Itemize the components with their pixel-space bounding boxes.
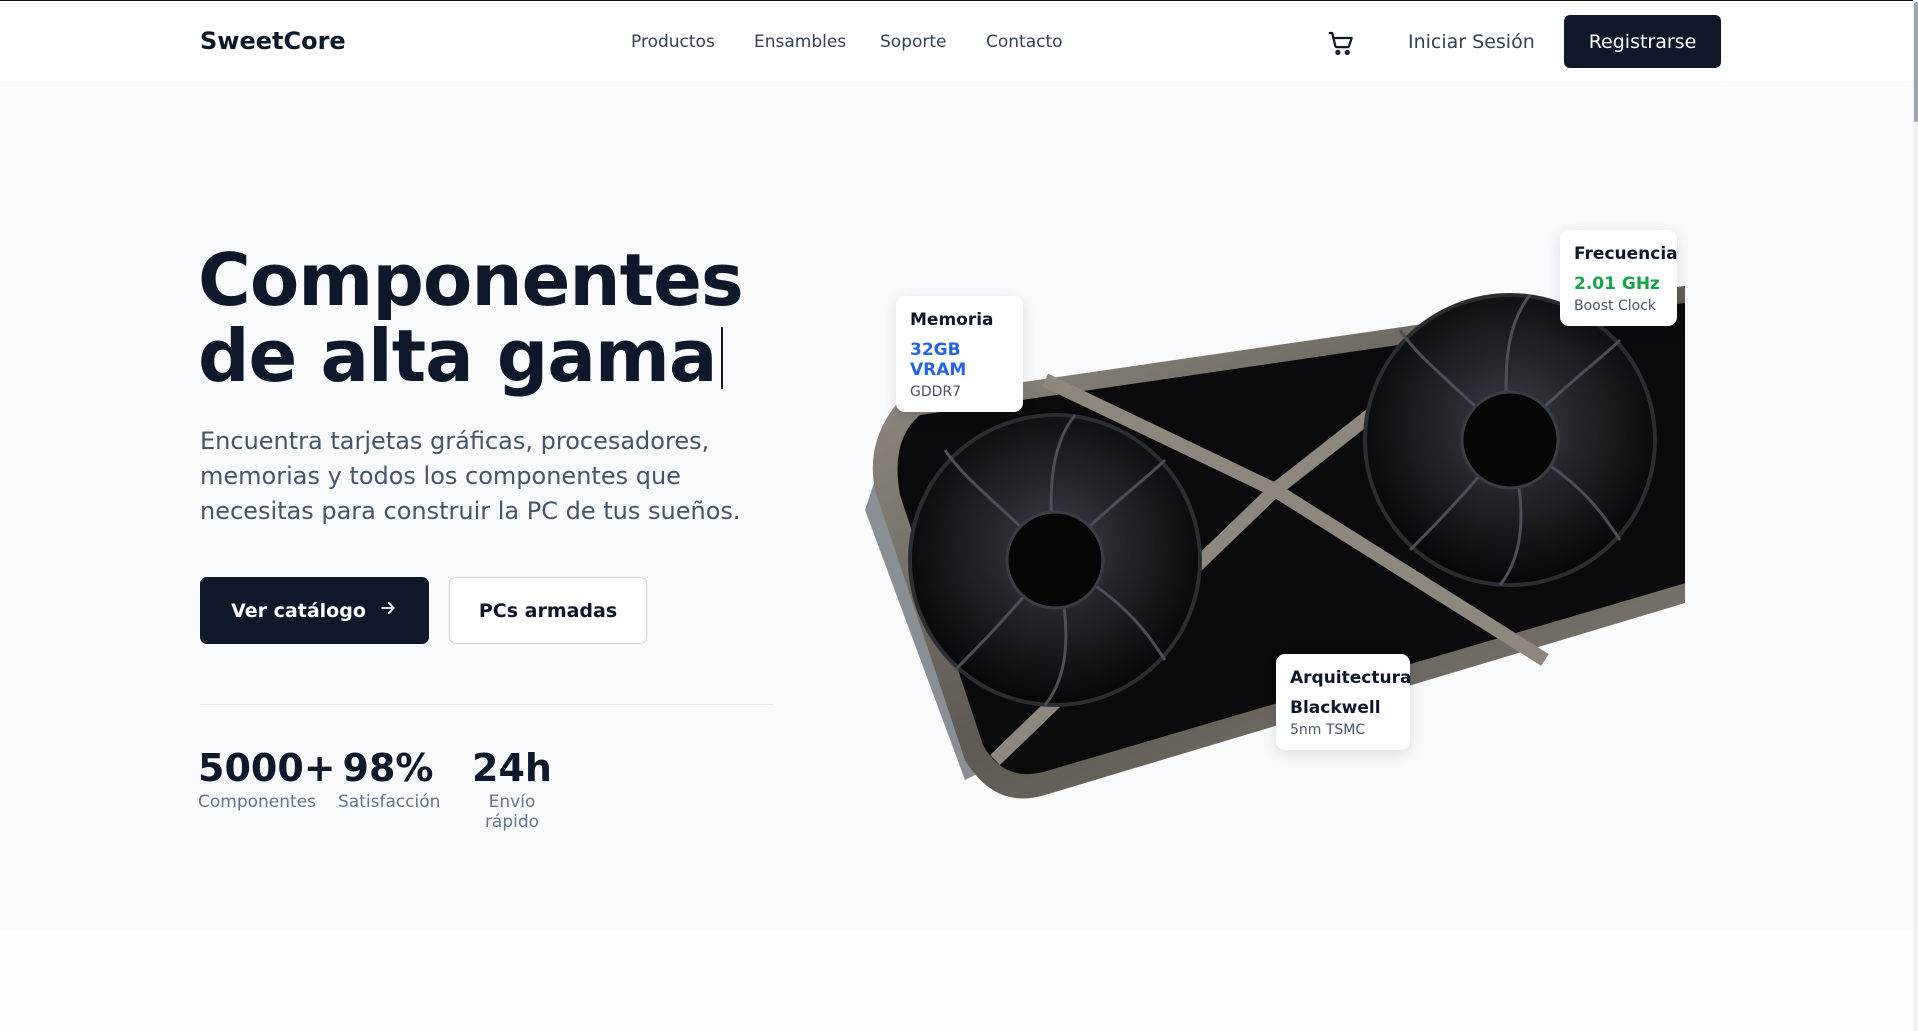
arrow-right-icon xyxy=(378,598,398,623)
text-caret xyxy=(720,327,723,389)
signup-button[interactable]: Registrarse xyxy=(1564,15,1721,68)
hero-subtitle: Encuentra tarjetas gráficas, procesadore… xyxy=(200,427,741,525)
spec-sub: GDDR7 xyxy=(910,384,962,400)
spec-title: Memoria xyxy=(910,310,994,330)
spec-sub: Boost Clock xyxy=(1574,298,1657,314)
nav-link-ensambles[interactable]: Ensambles xyxy=(754,32,846,52)
view-catalog-button[interactable]: Ver catálogo xyxy=(200,577,429,644)
stat-value: 5000+ xyxy=(198,746,336,790)
hero-title-line-1: Componentes xyxy=(198,238,744,322)
stat-label: Componentes xyxy=(198,792,317,812)
spec-card-architecture: Arquitectura Blackwell 5nm TSMC xyxy=(1276,654,1412,750)
scrollbar-thumb[interactable] xyxy=(1914,2,1918,122)
nav-link-contacto[interactable]: Contacto xyxy=(986,32,1063,52)
spec-card-frequency: Frecuencia 2.01 GHz Boost Clock xyxy=(1560,230,1678,326)
stats-divider xyxy=(200,704,773,705)
stat-satisfaction: 98% Satisfacción xyxy=(338,744,441,812)
stat-components: 5000+ Componentes xyxy=(198,744,336,812)
hero-title-line-2: de alta gama xyxy=(198,318,743,394)
hero-title: Componentes de alta gama xyxy=(198,238,744,394)
spec-value: 32GB VRAM xyxy=(910,340,967,380)
spec-title: Arquitectura xyxy=(1290,668,1412,688)
nav-link-productos[interactable]: Productos xyxy=(631,32,715,52)
cart-icon[interactable] xyxy=(1326,28,1356,58)
login-link[interactable]: Iniciar Sesión xyxy=(1408,31,1535,53)
navbar: SweetCore Productos Ensambles Soporte Co… xyxy=(0,1,1918,81)
hero-title-line-2-text: de alta gama xyxy=(198,314,718,398)
stat-shipping: 24h Envío rápido xyxy=(460,744,564,832)
stat-label: Satisfacción xyxy=(338,792,441,812)
stat-value: 98% xyxy=(342,746,434,790)
spec-title: Frecuencia xyxy=(1574,244,1678,264)
view-catalog-label: Ver catálogo xyxy=(231,599,366,622)
nav-link-soporte[interactable]: Soporte xyxy=(880,32,947,52)
prebuilt-pcs-button[interactable]: PCs armadas xyxy=(449,577,647,644)
next-section xyxy=(0,931,1918,1031)
spec-value: 2.01 GHz xyxy=(1574,274,1660,294)
logo[interactable]: SweetCore xyxy=(200,27,346,55)
spec-sub: 5nm TSMC xyxy=(1290,722,1366,738)
spec-card-memory: Memoria 32GB VRAM GDDR7 xyxy=(896,296,1023,412)
stat-label: Envío rápido xyxy=(484,792,540,832)
scrollbar-track[interactable] xyxy=(1913,0,1918,1031)
stat-value: 24h xyxy=(472,746,552,790)
spec-value: Blackwell xyxy=(1290,698,1381,718)
